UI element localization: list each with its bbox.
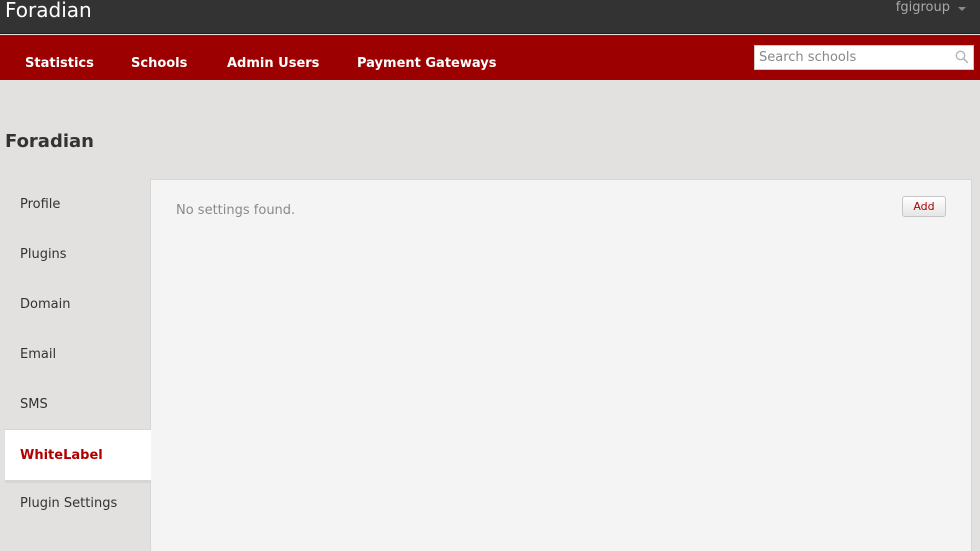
nav-statistics[interactable]: Statistics — [25, 56, 94, 72]
sidebar-item-label: Plugins — [20, 246, 67, 262]
sidebar-item-whitelabel[interactable]: WhiteLabel — [5, 429, 151, 483]
empty-message: No settings found. — [176, 203, 296, 218]
nav-schools[interactable]: Schools — [131, 56, 187, 72]
sidebar-item-label: WhiteLabel — [20, 447, 103, 463]
main-nav: Statistics Schools Admin Users Payment G… — [0, 35, 980, 80]
sidebar-item-label: Profile — [20, 196, 61, 212]
sidebar-item-label: Plugin Settings — [20, 495, 118, 511]
sidebar-item-domain[interactable]: Domain — [5, 279, 151, 329]
add-button[interactable]: Add — [902, 196, 946, 217]
search-input[interactable] — [755, 46, 945, 69]
sidebar-item-label: Email — [20, 346, 57, 362]
top-bar: Foradian fgigroup — [0, 0, 980, 34]
brand-logo[interactable]: Foradian — [5, 0, 92, 22]
search-icon[interactable] — [955, 50, 969, 64]
nav-admin-users[interactable]: Admin Users — [227, 56, 319, 72]
sidebar-item-plugin-settings[interactable]: Plugin Settings — [5, 478, 151, 528]
search-box — [754, 45, 974, 70]
sidebar-item-plugins[interactable]: Plugins — [5, 229, 151, 279]
user-menu[interactable]: fgigroup — [896, 0, 966, 16]
sidebar-item-label: Domain — [20, 296, 71, 312]
sidebar-item-email[interactable]: Email — [5, 329, 151, 379]
sidebar-item-profile[interactable]: Profile — [5, 179, 151, 229]
sidebar-item-label: SMS — [20, 396, 48, 412]
nav-payment-gateways[interactable]: Payment Gateways — [357, 56, 496, 72]
content-panel: No settings found. Add — [150, 179, 972, 551]
user-name: fgigroup — [895, 0, 950, 15]
page-title: Foradian — [5, 131, 94, 152]
caret-down-icon — [958, 6, 966, 11]
settings-sidebar: Profile Plugins Domain Email SMS WhiteLa… — [5, 179, 151, 551]
sidebar-item-sms[interactable]: SMS — [5, 379, 151, 429]
